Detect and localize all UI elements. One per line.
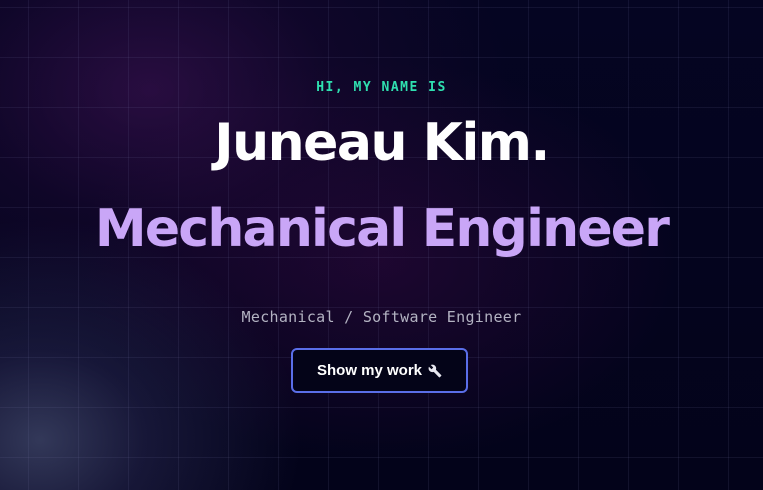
show-my-work-button[interactable]: Show my work	[291, 348, 468, 393]
role-heading: Mechanical Engineer	[94, 199, 670, 259]
greeting-text: HI, MY NAME IS	[316, 80, 447, 95]
wrench-icon	[428, 364, 442, 378]
hero-section: HI, MY NAME IS Juneau Kim. Mechanical En…	[0, 0, 763, 490]
subtitle-text: Mechanical / Software Engineer	[241, 308, 522, 326]
show-my-work-label: Show my work	[316, 362, 423, 379]
name-heading: Juneau Kim.	[214, 113, 550, 173]
